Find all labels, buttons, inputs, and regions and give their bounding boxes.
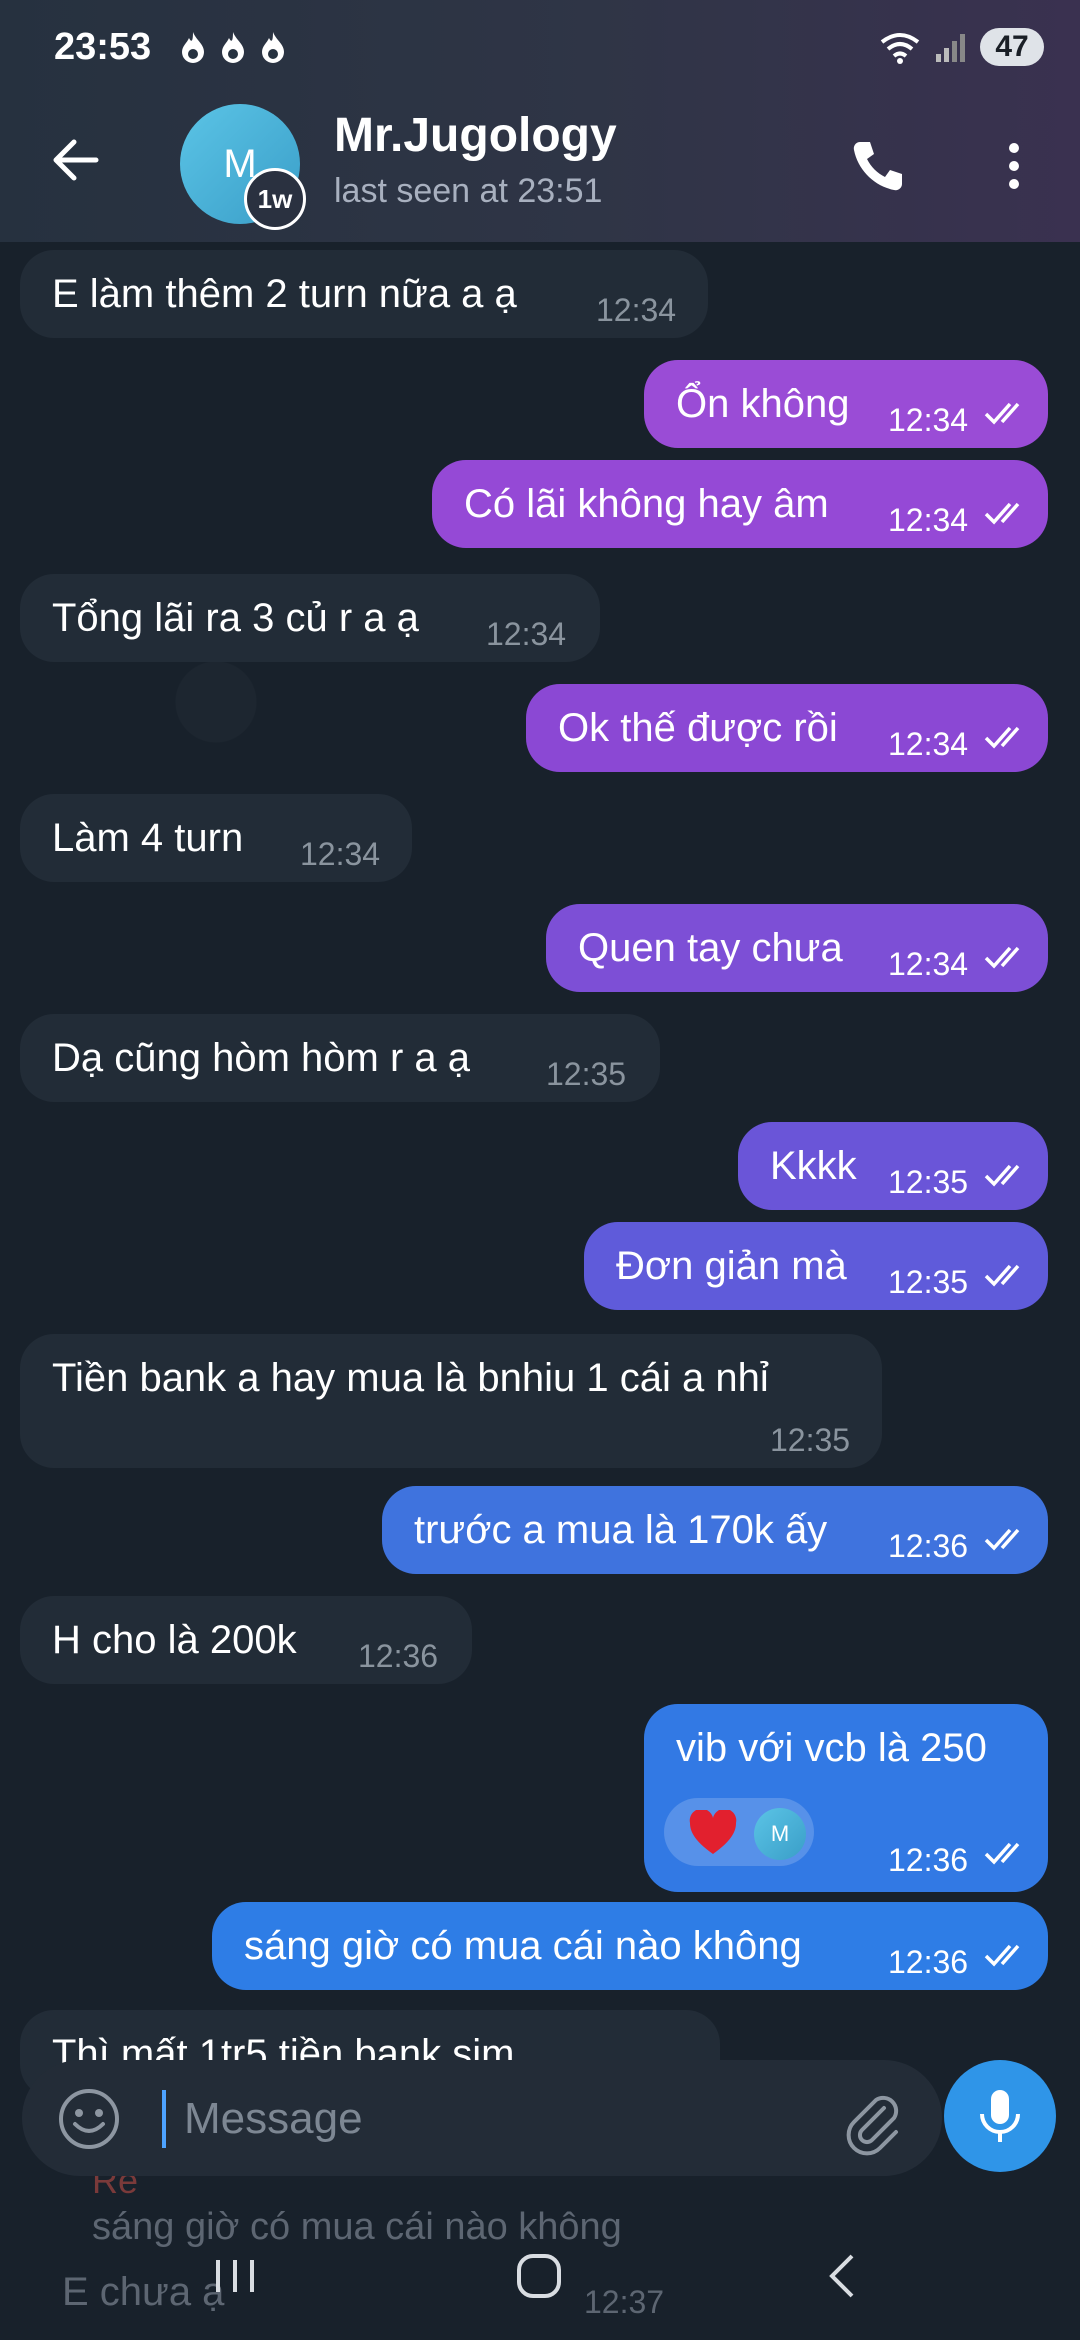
- message-outgoing[interactable]: trước a mua là 170k ấy 12:36: [382, 1486, 1048, 1574]
- message-text: Ok thế được rồi: [558, 706, 838, 750]
- message-composer: [22, 2060, 942, 2176]
- heart-icon: [689, 1810, 737, 1854]
- paperclip-icon[interactable]: [838, 2086, 908, 2156]
- status-bar: 23:53 47: [0, 0, 1080, 100]
- message-outgoing[interactable]: sáng giờ có mua cái nào không 12:36: [212, 1902, 1048, 1990]
- message-input[interactable]: [182, 2088, 826, 2150]
- double-check-icon: [984, 1944, 1020, 1967]
- message-text: H cho là 200k: [52, 1618, 297, 1662]
- message-time: 12:34: [888, 402, 969, 438]
- message-time: 12:35: [770, 1422, 851, 1458]
- text-cursor: [162, 2090, 166, 2148]
- battery-level: 47: [980, 28, 1044, 66]
- flame-icon: [262, 32, 284, 63]
- message-incoming[interactable]: H cho là 200k 12:36: [20, 1596, 472, 1684]
- message-outgoing[interactable]: Đơn giản mà 12:35: [584, 1222, 1048, 1310]
- chat-header: 23:53 47 M 1w Mr.Jugology last seen at 2…: [0, 0, 1080, 242]
- message-incoming[interactable]: Dạ cũng hòm hòm r a ạ 12:35: [20, 1014, 660, 1102]
- reaction-pill[interactable]: M: [664, 1798, 814, 1866]
- back-arrow-icon[interactable]: [46, 130, 106, 190]
- status-time: 23:53: [54, 26, 152, 68]
- message-time: 12:35: [888, 1264, 969, 1300]
- emoji-icon[interactable]: [56, 2086, 122, 2152]
- double-check-icon: [984, 726, 1020, 749]
- message-outgoing[interactable]: Ok thế được rồi 12:34: [526, 684, 1048, 772]
- message-time: 12:36: [888, 1528, 969, 1564]
- message-time: 12:34: [888, 726, 969, 762]
- double-check-icon: [984, 1264, 1020, 1287]
- wifi-icon: [880, 33, 920, 64]
- message-time: 12:36: [888, 1944, 969, 1980]
- message-time: 12:34: [888, 502, 969, 538]
- message-time: 12:36: [358, 1638, 439, 1674]
- message-time: 12:34: [888, 946, 969, 982]
- phone-icon[interactable]: [846, 134, 910, 198]
- message-outgoing[interactable]: Quen tay chưa 12:34: [546, 904, 1048, 992]
- microphone-icon: [980, 2090, 1020, 2142]
- message-outgoing[interactable]: Ổn không 12:34: [644, 360, 1048, 448]
- message-text: Tổng lãi ra 3 củ r a ạ: [52, 596, 419, 640]
- back-nav-icon[interactable]: [808, 2246, 878, 2306]
- notification-icons: [178, 30, 288, 64]
- contact-name[interactable]: Mr.Jugology: [334, 108, 617, 163]
- message-time: 12:36: [888, 1842, 969, 1878]
- message-text: E làm thêm 2 turn nữa a ạ: [52, 272, 517, 316]
- message-text: Dạ cũng hòm hòm r a ạ: [52, 1036, 470, 1080]
- signal-icon: [936, 34, 965, 62]
- message-incoming[interactable]: E làm thêm 2 turn nữa a ạ 12:34: [20, 250, 708, 338]
- message-text: Làm 4 turn: [52, 816, 244, 860]
- message-text: vib với vcb là 250: [676, 1726, 987, 1770]
- message-time: 12:34: [486, 616, 567, 652]
- message-outgoing[interactable]: Kkkk 12:35: [738, 1122, 1048, 1210]
- flame-icon: [222, 32, 244, 63]
- home-icon[interactable]: [504, 2246, 574, 2306]
- flame-icon: [182, 32, 204, 63]
- message-time: 12:35: [546, 1056, 627, 1092]
- message-text: trước a mua là 170k ấy: [414, 1508, 828, 1552]
- system-nav-bar: [0, 2210, 1080, 2340]
- message-incoming[interactable]: Tiền bank a hay mua là bnhiu 1 cái a nhỉ…: [20, 1334, 882, 1468]
- message-list[interactable]: E làm thêm 2 turn nữa a ạ 12:34 Ổn không…: [0, 242, 1080, 2102]
- double-check-icon: [984, 502, 1020, 525]
- message-text: Tiền bank a hay mua là bnhiu 1 cái a nhỉ: [52, 1356, 769, 1400]
- message-text: Kkkk: [770, 1144, 857, 1188]
- status-right: 47: [878, 28, 1044, 66]
- message-incoming[interactable]: Làm 4 turn 12:34: [20, 794, 412, 882]
- last-seen-status: last seen at 23:51: [334, 172, 603, 210]
- story-badge: 1w: [244, 168, 306, 230]
- message-time: 12:35: [888, 1164, 969, 1200]
- double-check-icon: [984, 402, 1020, 425]
- message-time: 12:34: [300, 836, 381, 872]
- double-check-icon: [984, 1164, 1020, 1187]
- message-text: Ổn không: [676, 382, 850, 426]
- double-check-icon: [984, 946, 1020, 969]
- double-check-icon: [984, 1842, 1020, 1865]
- reactor-avatar: M: [754, 1808, 806, 1860]
- message-outgoing[interactable]: vib với vcb là 250 M 12:36: [644, 1704, 1048, 1892]
- recent-apps-icon[interactable]: [200, 2246, 270, 2306]
- more-vertical-icon[interactable]: [996, 134, 1032, 198]
- message-outgoing[interactable]: Có lãi không hay âm 12:34: [432, 460, 1048, 548]
- message-incoming[interactable]: Tổng lãi ra 3 củ r a ạ 12:34: [20, 574, 600, 662]
- message-text: Đơn giản mà: [616, 1244, 847, 1288]
- message-text: Có lãi không hay âm: [464, 482, 829, 526]
- message-time: 12:34: [596, 292, 677, 328]
- double-check-icon: [984, 1528, 1020, 1551]
- message-text: Quen tay chưa: [578, 926, 843, 970]
- message-text: sáng giờ có mua cái nào không: [244, 1924, 802, 1968]
- microphone-button[interactable]: [944, 2060, 1056, 2172]
